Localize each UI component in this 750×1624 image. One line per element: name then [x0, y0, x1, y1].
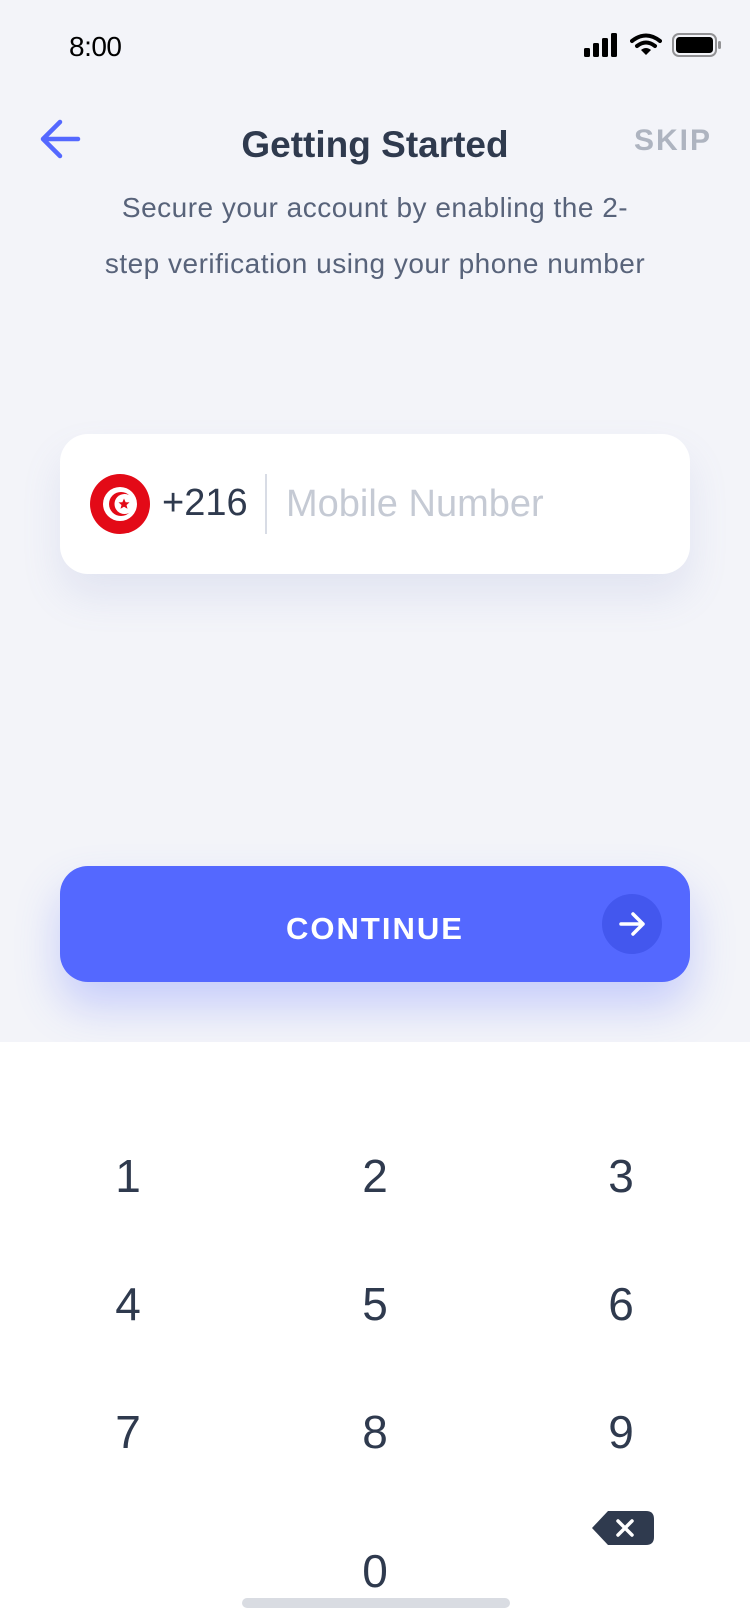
- status-time: 8:00: [69, 31, 122, 62]
- backspace-icon: [592, 1511, 654, 1545]
- continue-label: CONTINUE: [286, 911, 464, 946]
- numeric-keypad: 1 2 3 4 5 6 7 8 9 0: [0, 1042, 750, 1624]
- continue-button[interactable]: CONTINUE: [60, 866, 690, 982]
- key-1[interactable]: 1: [43, 1126, 213, 1226]
- skip-button[interactable]: SKIP: [634, 124, 712, 158]
- key-7[interactable]: 7: [43, 1382, 213, 1482]
- key-9[interactable]: 9: [536, 1382, 706, 1482]
- flag-emblem: [103, 487, 137, 521]
- backspace-button[interactable]: [586, 1493, 666, 1563]
- key-3[interactable]: 3: [536, 1126, 706, 1226]
- status-icons: [584, 33, 722, 57]
- key-4[interactable]: 4: [43, 1254, 213, 1354]
- tunisia-flag-icon[interactable]: [90, 474, 150, 534]
- key-5[interactable]: 5: [290, 1254, 460, 1354]
- cellular-signal-icon: [584, 33, 617, 57]
- key-6[interactable]: 6: [536, 1254, 706, 1354]
- key-2[interactable]: 2: [290, 1126, 460, 1226]
- subtitle-line-1: Secure your account by enabling the 2-: [121, 192, 629, 223]
- subtitle-line-2: step verification using your phone numbe…: [104, 248, 646, 279]
- mobile-number-input[interactable]: [286, 464, 666, 544]
- subtitle: Secure your account by enabling the 2- s…: [60, 180, 690, 292]
- home-indicator: [242, 1598, 510, 1608]
- arrow-right-icon: [602, 894, 662, 954]
- key-8[interactable]: 8: [290, 1382, 460, 1482]
- phone-number-field: +216: [60, 434, 690, 574]
- field-divider: [265, 474, 267, 534]
- wifi-icon: [630, 33, 662, 55]
- country-code[interactable]: +216: [162, 482, 248, 525]
- battery-icon: [672, 33, 721, 57]
- status-bar: 8:00: [0, 0, 750, 96]
